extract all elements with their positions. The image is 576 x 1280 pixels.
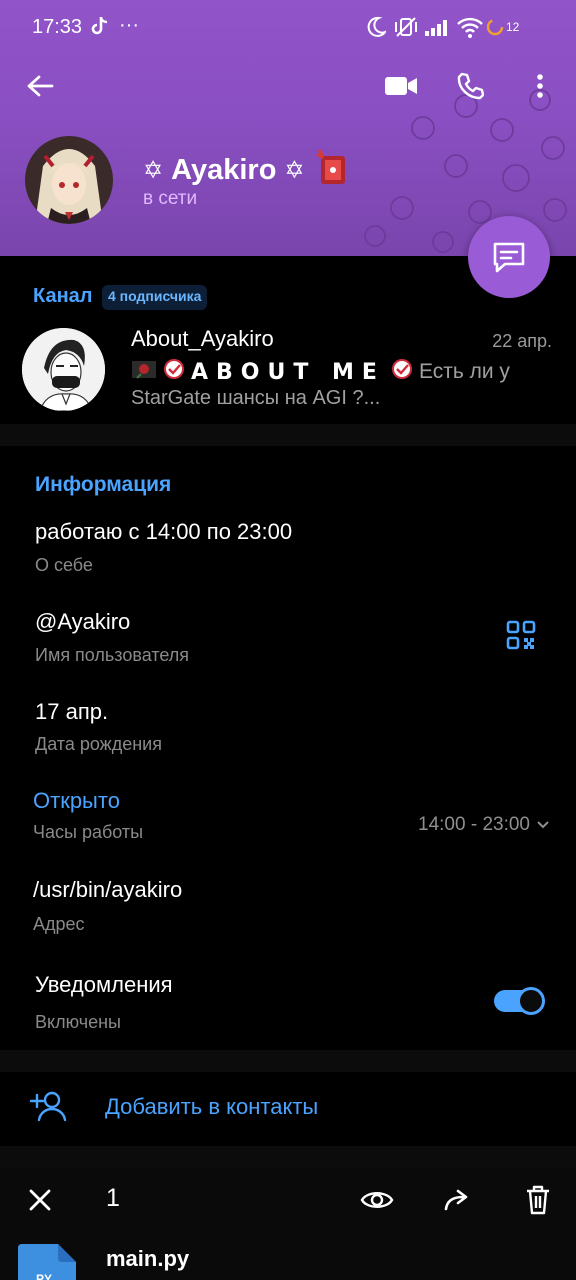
channel-section-label: Канал (33, 285, 93, 307)
send-message-button[interactable] (468, 216, 550, 298)
battery-level: 12 (506, 20, 520, 34)
battery-saver-icon (486, 18, 504, 41)
online-status: в сети (143, 188, 198, 209)
check-red-icon (391, 358, 413, 386)
eye-icon (360, 1192, 394, 1208)
close-selection-button[interactable] (20, 1180, 60, 1220)
wifi-icon (457, 16, 483, 43)
chevron-down-icon (537, 821, 549, 829)
address-label: Адрес (33, 914, 85, 934)
status-bar: 17:33 ··· 12 (0, 0, 576, 56)
notifications-state: Включены (35, 1012, 121, 1032)
forward-icon (444, 1189, 468, 1211)
birthday-label: Дата рождения (35, 734, 162, 754)
selection-bar (0, 1168, 576, 1280)
channel-preview-line2: StarGate шансы на AGI ?... (131, 387, 381, 409)
file-ext: PY (36, 1272, 53, 1280)
status-time: 17:33 (32, 16, 83, 38)
bio-label: О себе (35, 555, 93, 575)
username-value: @Ayakiro (35, 609, 131, 634)
more-notifications-icon: ··· (119, 14, 139, 36)
preview-title: ABOUT ME (191, 359, 385, 385)
close-icon (29, 1189, 51, 1211)
profile-header: 17:33 ··· 12 ✡ Ayakiro ✡ в сети (0, 0, 576, 256)
info-section-title: Информация (35, 473, 172, 496)
notifications-toggle[interactable] (494, 986, 546, 1016)
profile-avatar[interactable] (25, 136, 113, 224)
more-menu-button[interactable] (522, 68, 558, 104)
username-label: Имя пользователя (35, 645, 190, 665)
channel-preview-line: ABOUT ME Есть ли у (131, 358, 551, 386)
hours-label: Часы работы (33, 822, 144, 842)
section-divider (0, 1146, 576, 1168)
pentagram-icon: ✡ (284, 157, 305, 184)
add-contact-label: Добавить в контакты (105, 1094, 319, 1119)
tiktok-icon (91, 16, 109, 41)
channel-avatar (22, 328, 105, 411)
selection-count: 1 (106, 1184, 120, 1212)
address-value: /usr/bin/ayakiro (33, 877, 183, 902)
pentagram-icon: ✡ (143, 157, 164, 184)
section-divider (0, 1050, 576, 1072)
delete-button[interactable] (518, 1180, 558, 1220)
voice-call-button[interactable] (452, 68, 488, 104)
check-red-icon (163, 358, 185, 386)
hours-range[interactable]: 14:00 - 23:00 (418, 814, 550, 836)
channel-date: 22 апр. (492, 331, 552, 351)
forward-button[interactable] (437, 1180, 477, 1220)
back-button[interactable] (22, 68, 58, 104)
vibrate-off-icon (394, 16, 418, 43)
qr-code-button[interactable] (506, 620, 540, 654)
moon-icon (366, 16, 388, 43)
trash-icon (527, 1185, 549, 1215)
channel-name: About_Ayakiro (131, 326, 274, 351)
subscribers-badge: 4 подписчика (102, 285, 208, 310)
add-user-icon (29, 1090, 68, 1127)
signal-icon (425, 18, 451, 41)
hours-range-text: 14:00 - 23:00 (418, 814, 530, 835)
video-call-button[interactable] (383, 68, 419, 104)
birthday-value: 17 апр. (35, 699, 109, 724)
toggle-knob (517, 987, 545, 1015)
file-name: main.py (106, 1246, 190, 1271)
section-divider (0, 424, 576, 446)
profile-name-row: ✡ Ayakiro ✡ (143, 148, 349, 193)
notifications-title: Уведомления (35, 972, 173, 997)
file-icon: PY (18, 1244, 76, 1280)
preview-tail: Есть ли у (418, 360, 510, 383)
emoji-status-icon[interactable] (313, 148, 349, 193)
rose-icon (131, 358, 157, 386)
hours-status: Открыто (33, 788, 120, 813)
bio-value: работаю с 14:00 по 23:00 (35, 519, 293, 544)
profile-name: Ayakiro (171, 154, 277, 186)
qr-code-icon (506, 620, 536, 650)
view-button[interactable] (357, 1180, 397, 1220)
